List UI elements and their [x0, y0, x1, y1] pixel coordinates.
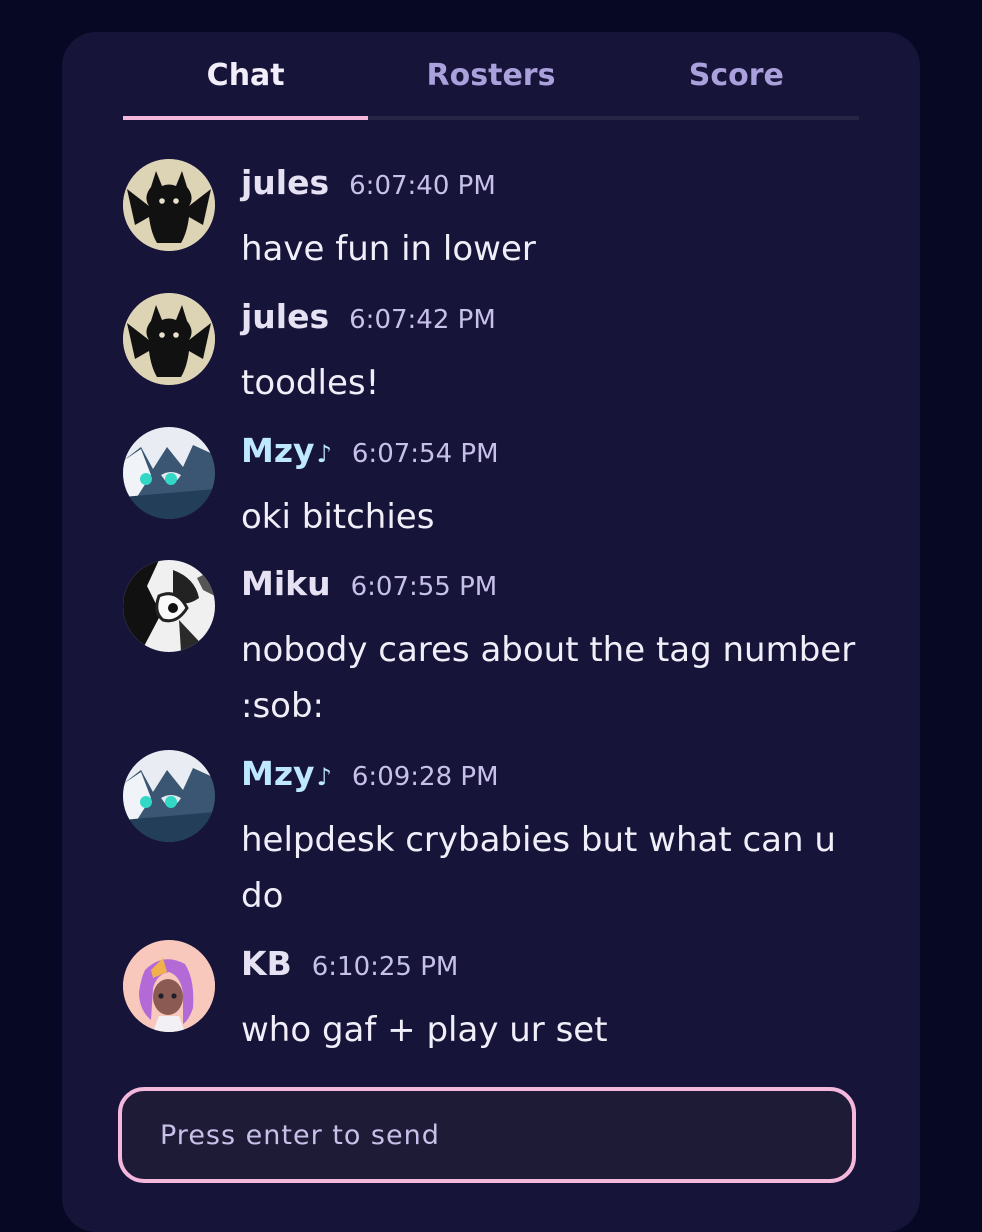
timestamp: 6:07:42 PM — [349, 305, 496, 335]
timestamp: 6:07:54 PM — [351, 439, 499, 469]
message-header: Mzy ♪ 6:09:28 PM — [241, 754, 499, 793]
black-cat-avatar[interactable] — [123, 293, 215, 385]
white-anime-avatar[interactable] — [123, 750, 215, 842]
music-note-icon: ♪ — [316, 440, 332, 468]
tab-score[interactable]: Score — [614, 32, 859, 116]
message-header: Miku 6:07:55 PM — [241, 564, 497, 603]
username[interactable]: Mzy — [241, 754, 315, 793]
username[interactable]: KB — [241, 944, 292, 983]
message-header: Mzy ♪ 6:07:54 PM — [241, 431, 499, 470]
message-header: KB 6:10:25 PM — [241, 944, 458, 983]
monochrome-art-avatar[interactable] — [123, 560, 215, 652]
black-cat-avatar[interactable] — [123, 159, 215, 251]
chat-panel: Chat Rosters Score jules 6:07:40 PM have… — [62, 32, 920, 1232]
tab-chat[interactable]: Chat — [123, 32, 369, 120]
message-text: toodles! — [241, 363, 380, 403]
message-text: have fun in lower — [241, 229, 536, 269]
music-note-icon: ♪ — [316, 763, 332, 791]
timestamp: 6:10:25 PM — [311, 952, 459, 982]
username[interactable]: jules — [241, 297, 329, 336]
message-header: jules 6:07:42 PM — [241, 297, 496, 336]
username[interactable]: Miku — [241, 564, 331, 603]
white-anime-avatar[interactable] — [123, 427, 215, 519]
input-placeholder: Press enter to send — [160, 1119, 440, 1151]
timestamp: 6:09:28 PM — [351, 762, 499, 792]
tab-bar: Chat Rosters Score — [123, 32, 859, 120]
message-input[interactable]: Press enter to send — [118, 1087, 856, 1183]
timestamp: 6:07:40 PM — [349, 171, 496, 201]
tab-rosters[interactable]: Rosters — [368, 32, 613, 116]
message-text: helpdesk crybabies but what can u do — [241, 820, 836, 916]
purple-hair-avatar[interactable] — [123, 940, 215, 1032]
username[interactable]: jules — [241, 163, 329, 202]
message-text: who gaf + play ur set — [241, 1010, 608, 1050]
message-text: oki bitchies — [241, 497, 435, 537]
username[interactable]: Mzy — [241, 431, 315, 470]
timestamp: 6:07:55 PM — [350, 572, 498, 602]
message-header: jules 6:07:40 PM — [241, 163, 496, 202]
message-text: nobody cares about the tag number :sob: — [241, 630, 856, 726]
